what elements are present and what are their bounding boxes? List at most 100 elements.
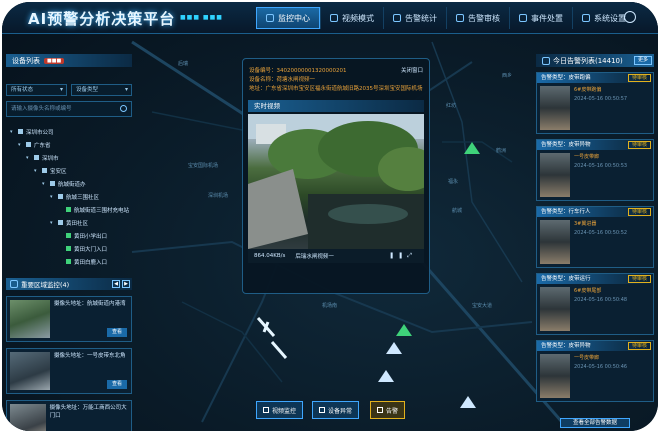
alert-list-header: 今日告警列表(14410) 更多 <box>536 54 654 67</box>
chart-icon <box>393 14 401 22</box>
tree-node[interactable]: ▾ 航城街道办 <box>6 177 132 190</box>
focus-area-panel: 重要区域监控(4) ◀ ▶ 摄像头地址：航城街道内港湾 查看 摄像头地址：一号皮… <box>6 278 132 431</box>
device-name: 设备名称：荷塘水闸视频一 <box>249 77 316 83</box>
focus-camera-card[interactable]: 摄像头地址：万能工商西公司大门口 查看 <box>6 400 132 431</box>
alert-card[interactable]: 告警类型：皮带异物 待审核 一号皮带廊 2024-05-16 00:50:53 <box>536 139 654 201</box>
device-address: 地址：广东省深圳市宝安区福永街道航城旧路2035号深圳宝安国际机场 <box>249 86 423 92</box>
video-frame <box>248 114 424 249</box>
map-label: 西乡 <box>502 73 513 79</box>
bell-icon <box>377 407 383 413</box>
camera-thumbnail <box>10 404 46 431</box>
tree-node-camera[interactable]: 黄田小学出口 <box>6 229 132 242</box>
device-popup: 关闭窗口 设备编号：34020000001320000201 设备名称：荷塘水闸… <box>242 58 430 294</box>
app-title: AI预警分析决策平台 <box>28 10 176 28</box>
app-frame: 后瑞 宝安国际机场 深圳机场 红坊 西乡 福永 航城 鹤洲 宝安大道 机场南 A… <box>2 2 658 431</box>
device-list-header: 设备列表 ■■■ <box>6 54 132 67</box>
video-icon <box>263 407 269 413</box>
location-icon <box>10 280 18 288</box>
alert-thumbnail <box>540 86 570 130</box>
video-icon <box>330 14 338 22</box>
next-arrow-icon[interactable]: ▶ <box>122 280 130 288</box>
tree-node[interactable]: ▾ 航城三围社区 <box>6 190 132 203</box>
tree-node[interactable]: ▾ 宝安区 <box>6 164 132 177</box>
view-button[interactable]: 查看 <box>107 328 127 337</box>
device-count-badge: ■■■ <box>44 57 65 64</box>
nav-video-mode[interactable]: 视频模式 <box>320 7 383 29</box>
alert-card[interactable]: 告警类型：皮带异物 待审核 一号皮带廊 2024-05-16 00:50:46 <box>536 340 654 402</box>
device-tree: ▾ 深圳市公司 ▾ 广东省 ▾ 深圳市 ▾ 宝安区 ▾ 航城街道办 ▾ 航城三围社区 航城街… <box>6 125 132 268</box>
bitrate: 864.04KB/s <box>254 253 286 259</box>
live-video[interactable] <box>248 114 424 249</box>
folder-icon <box>50 181 55 186</box>
prev-arrow-icon[interactable]: ◀ <box>112 280 120 288</box>
close-window-button[interactable]: 关闭窗口 <box>401 66 423 74</box>
camera-icon <box>66 207 71 212</box>
device-list-title: 设备列表 <box>12 56 40 65</box>
map-label: 后瑞 <box>178 61 189 67</box>
nav-event-handling[interactable]: 事件处置 <box>509 7 572 29</box>
map-label: 深圳机场 <box>208 193 229 199</box>
tree-node[interactable]: ▾ 深圳市公司 <box>6 125 132 138</box>
view-all-alerts-button[interactable]: 查看全部告警数据 <box>560 418 630 428</box>
map-label: 航城 <box>452 208 463 214</box>
map-label: 红坊 <box>446 103 457 109</box>
search-input[interactable]: 请输入摄像头名称或编号 <box>6 101 132 117</box>
device-type-select[interactable]: 设备类型 <box>71 84 132 96</box>
tree-node[interactable]: ▾ 黄田社区 <box>6 216 132 229</box>
view-button[interactable]: 查看 <box>107 380 127 389</box>
map-label: 福永 <box>448 179 459 185</box>
camera-icon <box>66 233 71 238</box>
folder-icon <box>34 155 39 160</box>
alert-card[interactable]: 告警类型：行车行人 待审核 3#翼进器 2024-05-16 00:50:52 <box>536 206 654 268</box>
status-select[interactable]: 所有状态 <box>6 84 67 96</box>
alarm-button[interactable]: 告警 <box>370 401 406 419</box>
tree-node-camera[interactable]: 航城街道三围村充电站 <box>6 203 132 216</box>
review-icon <box>456 14 464 22</box>
more-button[interactable]: 更多 <box>634 56 652 65</box>
alert-card[interactable]: 告警类型：皮带跑偏 待审核 6#皮带跑偏 2024-05-16 00:50:57 <box>536 72 654 134</box>
nav-alarm-stats[interactable]: 告警统计 <box>383 7 446 29</box>
folder-icon <box>42 168 47 173</box>
video-caption: 后瑞水闸视频一 <box>295 254 334 260</box>
settings-icon <box>582 14 590 22</box>
device-abnormal-button[interactable]: 设备异常 <box>312 401 360 419</box>
folder-icon <box>58 194 63 199</box>
camera-icon <box>66 259 71 264</box>
nav-monitor-center[interactable]: 监控中心 <box>256 7 320 29</box>
alert-thumbnail <box>540 287 570 331</box>
map-marker-icon <box>464 142 480 154</box>
status-badge: 待审核 <box>627 342 651 350</box>
video-monitor-button[interactable]: 视频监控 <box>256 401 304 419</box>
fullscreen-icon[interactable]: ⤢ <box>407 252 416 259</box>
tree-node-camera[interactable]: 黄田白鹿入口 <box>6 255 132 268</box>
focus-camera-card[interactable]: 摄像头地址：航城街道内港湾 查看 <box>6 296 132 342</box>
folder-icon <box>26 142 31 147</box>
event-icon <box>519 14 527 22</box>
device-code: 设备编号：34020000001320000201 <box>249 68 347 74</box>
pause-icon[interactable]: ❚❚ <box>389 252 407 259</box>
decor-dots: ■■■ ■■■ <box>180 14 223 21</box>
folder-icon <box>58 220 63 225</box>
top-header: AI预警分析决策平台 ■■■ ■■■ 监控中心 视频模式 告警统计 告警审核 事… <box>2 2 658 34</box>
tree-node-camera[interactable]: 黄田大门入口 <box>6 242 132 255</box>
alert-card[interactable]: 告警类型：皮带运行 待审核 6#皮带尾部 2024-05-16 00:50:48 <box>536 273 654 335</box>
search-icon[interactable] <box>120 105 127 112</box>
status-badge: 待审核 <box>627 74 651 82</box>
alert-thumbnail <box>540 354 570 398</box>
device-info: 设备编号：34020000001320000201 设备名称：荷塘水闸视频一 地… <box>243 59 429 94</box>
camera-thumbnail <box>10 352 50 390</box>
tree-node[interactable]: ▾ 广东省 <box>6 138 132 151</box>
map-label: 鹤洲 <box>496 148 507 154</box>
focus-camera-card[interactable]: 摄像头地址：一号皮带东北角 查看 <box>6 348 132 394</box>
focus-area-header: 重要区域监控(4) ◀ ▶ <box>6 278 132 290</box>
right-panel: 今日告警列表(14410) 更多 告警类型：皮带跑偏 待审核 6#皮带跑偏 2024… <box>536 54 654 428</box>
status-badge: 待审核 <box>627 208 651 216</box>
main-nav: 监控中心 视频模式 告警统计 告警审核 事件处置 系统设置 <box>256 7 635 29</box>
live-video-header: 实时视频 <box>248 100 424 112</box>
video-status-bar: 864.04KB/s 后瑞水闸视频一 ❚❚⤢ <box>248 249 424 263</box>
nav-alarm-review[interactable]: 告警审核 <box>446 7 509 29</box>
camera-icon <box>66 246 71 251</box>
tree-node[interactable]: ▾ 深圳市 <box>6 151 132 164</box>
map-label: 宝安大道 <box>472 303 493 309</box>
power-icon[interactable] <box>624 11 636 23</box>
